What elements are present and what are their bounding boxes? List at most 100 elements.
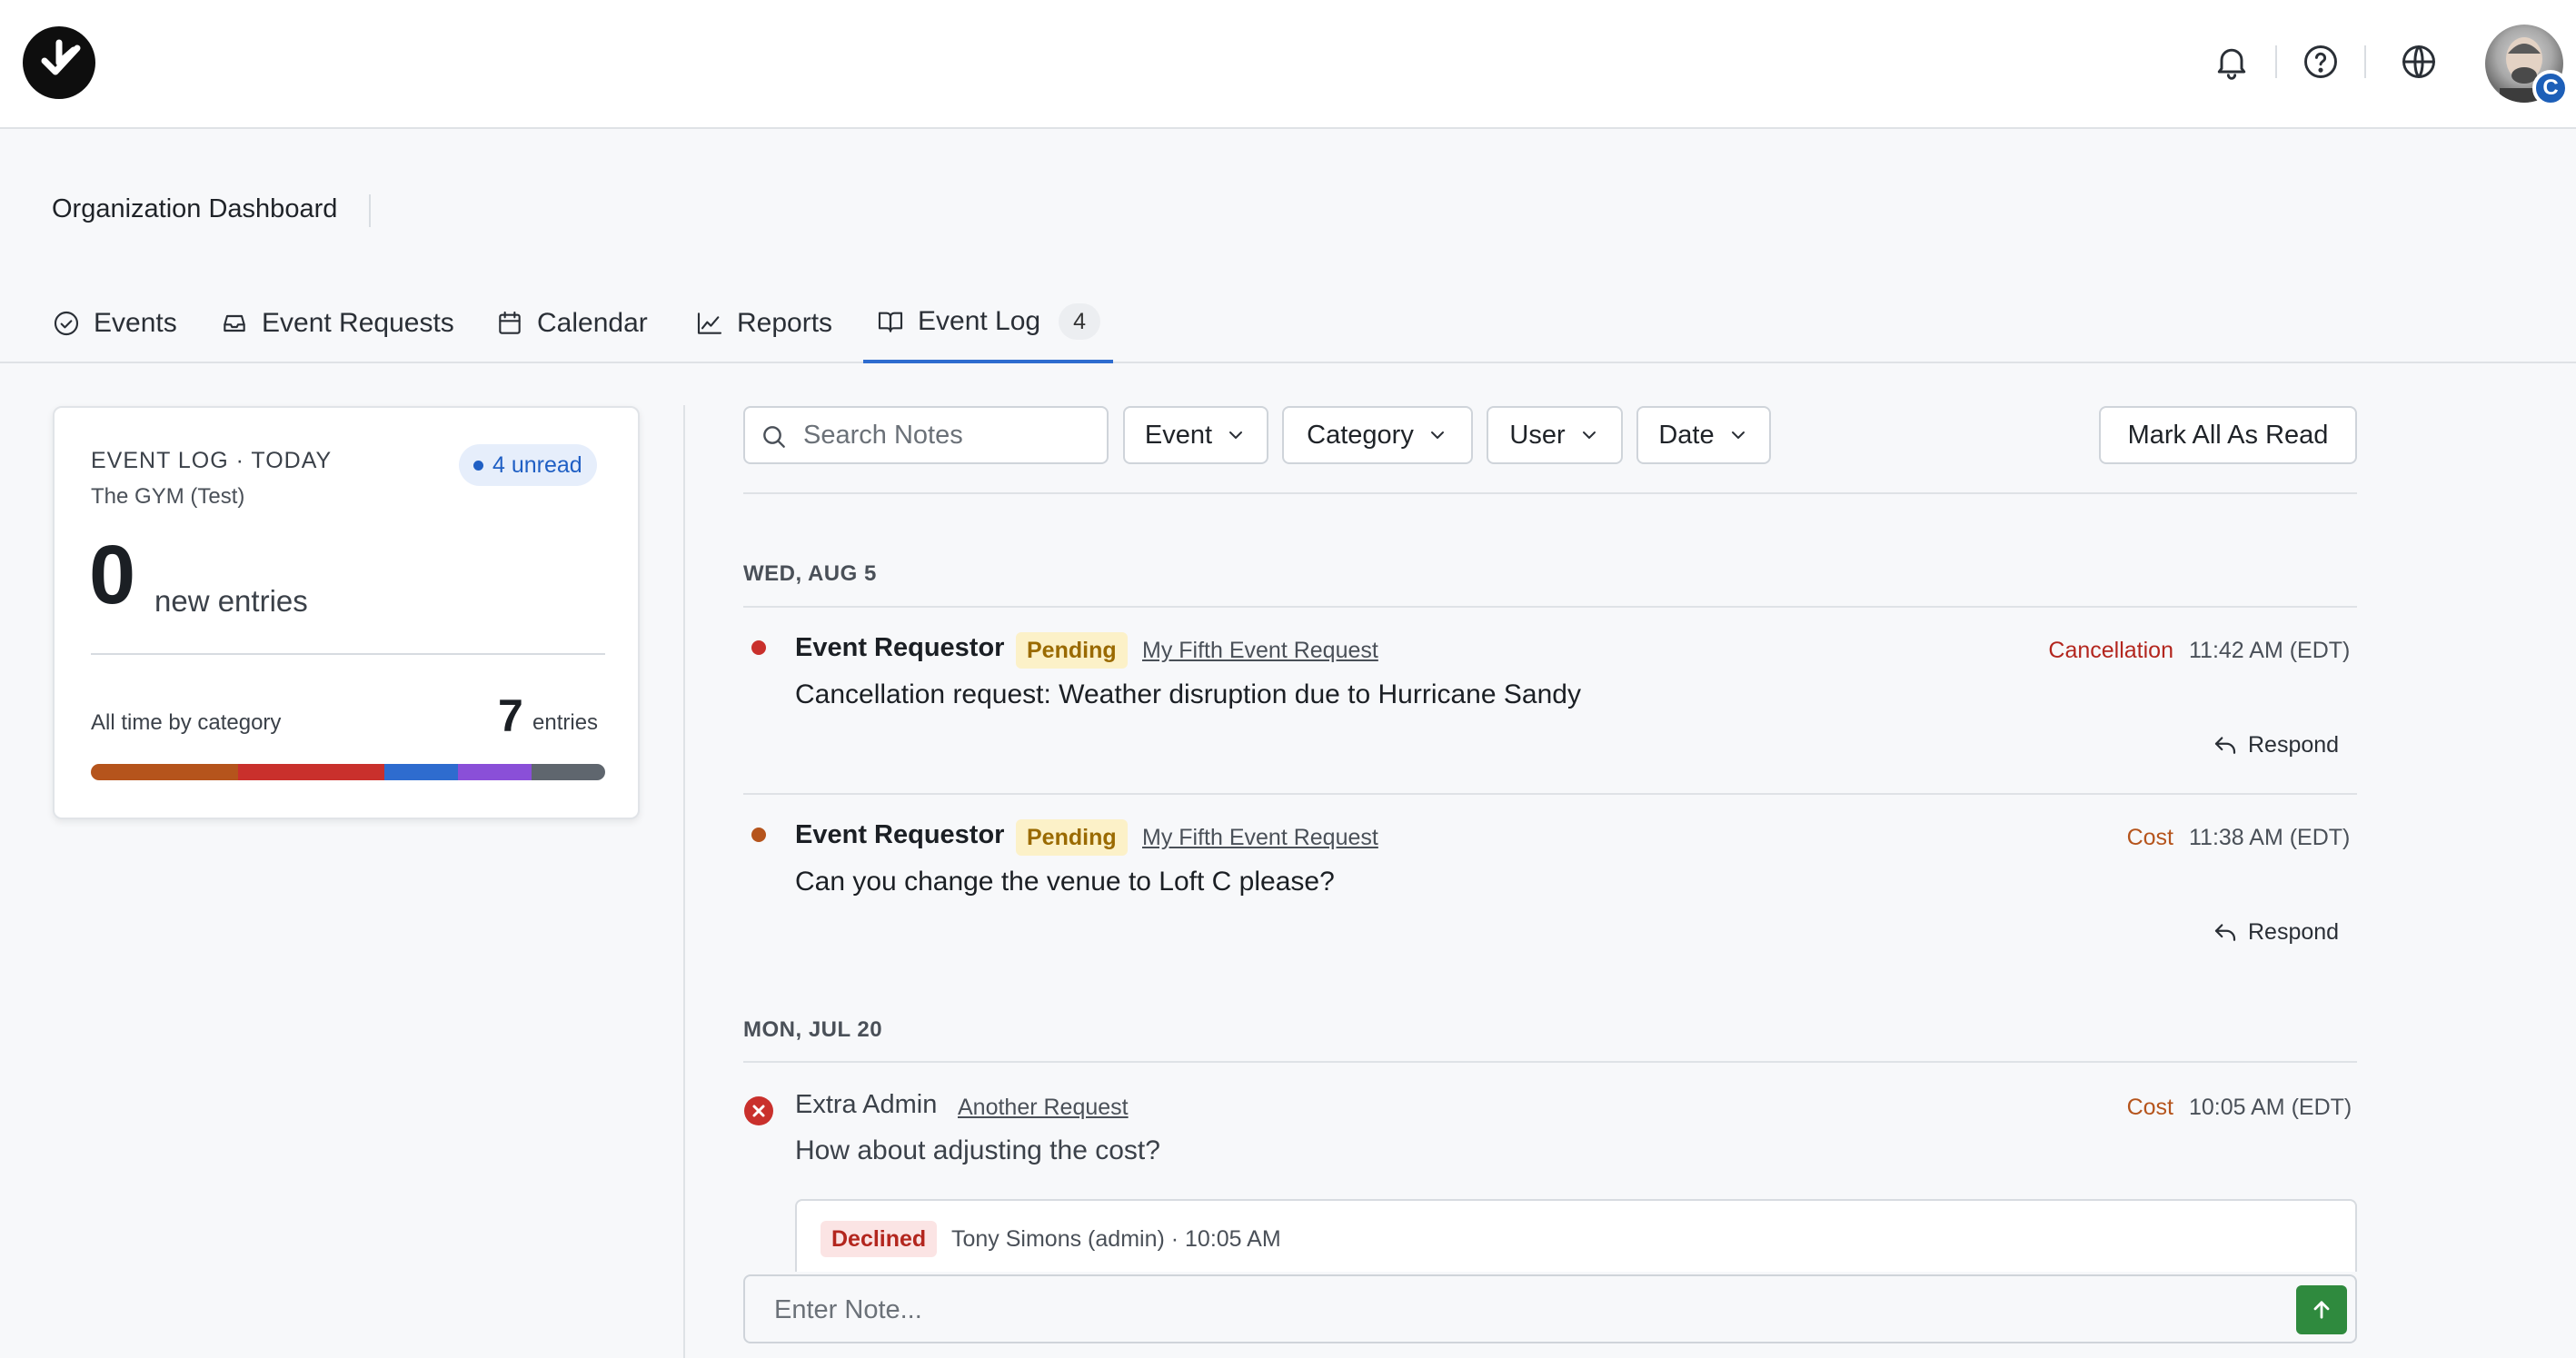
panel-divider (683, 405, 685, 1358)
arrow-up-icon (2313, 1301, 2330, 1319)
new-entries-count: 0 (89, 529, 136, 621)
chevron-down-icon (1582, 431, 1596, 439)
tab-event-log[interactable]: Event Log 4 (863, 283, 1114, 363)
calendar-icon (499, 311, 521, 334)
tab-count-badge: 4 (1059, 303, 1101, 340)
tab-label: Reports (737, 308, 833, 338)
card-subtitle: The GYM (Test) (91, 484, 245, 509)
reply-icon (2214, 737, 2236, 754)
book-open-icon (878, 312, 903, 332)
filter-divider (743, 492, 2357, 494)
search-icon (763, 426, 785, 448)
status-badge: Pending (1016, 819, 1128, 856)
admin-reply-box: Declined Tony Simons (admin) · 10:05 AM (795, 1199, 2357, 1272)
user-filter-dropdown[interactable]: User (1487, 406, 1623, 464)
category-filter-dropdown[interactable]: Category (1282, 406, 1473, 464)
entry-message: How about adjusting the cost? (795, 1135, 1160, 1165)
search-input[interactable] (803, 417, 1094, 453)
entry-time: 10:05 AM (EDT) (2189, 1095, 2352, 1120)
request-link[interactable]: My Fifth Event Request (1142, 825, 1378, 851)
tab-bar: Events Event Requests Calendar Reports E… (0, 283, 2576, 363)
new-entries-label: new entries (154, 584, 308, 618)
mark-all-read-button[interactable]: Mark All As Read (2099, 406, 2357, 464)
respond-button[interactable]: Respond (2212, 914, 2339, 950)
tab-label: Event Requests (262, 308, 454, 338)
chevron-down-icon (1731, 431, 1745, 439)
event-log-summary-card: EVENT LOG · TODAY The GYM (Test) 4 unrea… (53, 406, 640, 819)
category-filter-label: Category (1307, 420, 1414, 450)
event-filter-dropdown[interactable]: Event (1123, 406, 1268, 464)
unread-dot-icon (473, 460, 483, 471)
top-bar: C (0, 0, 2576, 129)
entry-author: Extra Admin (795, 1090, 938, 1119)
send-note-button[interactable] (2296, 1285, 2347, 1334)
inbox-icon (224, 314, 245, 332)
declined-badge: Declined (821, 1221, 938, 1257)
entry-divider (743, 793, 2357, 795)
top-divider (2275, 45, 2277, 78)
reply-icon (2214, 924, 2236, 941)
check-circle-icon (54, 311, 79, 336)
tab-reports[interactable]: Reports (695, 283, 832, 363)
entry-author: Event Requestor (795, 820, 1005, 849)
line-chart-icon (697, 312, 722, 334)
unread-badge: 4 unread (459, 444, 597, 486)
page-title: Organization Dashboard (52, 194, 338, 223)
date-filter-label: Date (1658, 420, 1715, 450)
entries-label: entries (532, 710, 599, 735)
app-logo-icon[interactable] (23, 26, 95, 99)
entry-author: Event Requestor (795, 633, 1005, 662)
title-divider (369, 194, 371, 227)
entry-category: Cost (2126, 825, 2173, 850)
search-notes-field[interactable] (743, 406, 1109, 464)
entry-message: Cancellation request: Weather disruption… (795, 679, 1581, 709)
tab-events[interactable]: Events (52, 283, 177, 363)
category-segment (384, 764, 459, 780)
help-circle-icon[interactable] (2301, 42, 2341, 82)
tab-event-requests[interactable]: Event Requests (220, 283, 454, 363)
day-header: MON, JUL 20 (743, 1017, 883, 1042)
day-divider (743, 606, 2357, 608)
category-segment (532, 764, 605, 780)
entry-category: Cancellation (2048, 638, 2173, 663)
entry-message: Can you change the venue to Loft C pleas… (795, 867, 1335, 897)
category-segment (237, 764, 385, 780)
card-divider (91, 653, 605, 655)
user-filter-label: User (1509, 420, 1566, 450)
unread-dot-icon (751, 828, 766, 842)
category-segment (91, 764, 238, 780)
top-divider (2364, 45, 2366, 78)
entry-category: Cost (2126, 1095, 2173, 1120)
note-composer (743, 1274, 2357, 1343)
respond-label: Respond (2248, 731, 2340, 758)
unread-dot-icon (751, 640, 766, 655)
category-segment (458, 764, 532, 780)
declined-x-icon (744, 1096, 773, 1125)
respond-label: Respond (2248, 918, 2340, 945)
tab-label: Calendar (537, 308, 648, 338)
reply-meta: Tony Simons (admin) · 10:05 AM (951, 1226, 1281, 1252)
note-input[interactable] (774, 1291, 2264, 1329)
category-breakdown-bar (91, 764, 605, 780)
respond-button[interactable]: Respond (2212, 727, 2339, 763)
entry-time: 11:38 AM (EDT) (2189, 825, 2351, 850)
tab-calendar[interactable]: Calendar (495, 283, 648, 363)
entry-time: 11:42 AM (EDT) (2189, 638, 2351, 663)
request-link[interactable]: My Fifth Event Request (1142, 638, 1378, 664)
tab-label: Event Log (918, 306, 1041, 336)
date-filter-dropdown[interactable]: Date (1636, 406, 1771, 464)
day-header: WED, AUG 5 (743, 561, 877, 586)
avatar-badge: C (2532, 70, 2569, 106)
card-title: EVENT LOG · TODAY (91, 448, 333, 473)
tab-label: Events (94, 308, 177, 338)
category-label: All time by category (91, 710, 282, 735)
total-entries-count: 7 (498, 690, 523, 741)
chevron-down-icon (1229, 431, 1243, 439)
day-divider (743, 1061, 2357, 1063)
status-badge: Pending (1016, 632, 1128, 669)
globe-icon[interactable] (2399, 42, 2439, 82)
event-filter-label: Event (1144, 420, 1213, 450)
bell-icon[interactable] (2212, 42, 2252, 82)
unread-label: 4 unread (492, 452, 582, 478)
request-link[interactable]: Another Request (958, 1095, 1129, 1121)
